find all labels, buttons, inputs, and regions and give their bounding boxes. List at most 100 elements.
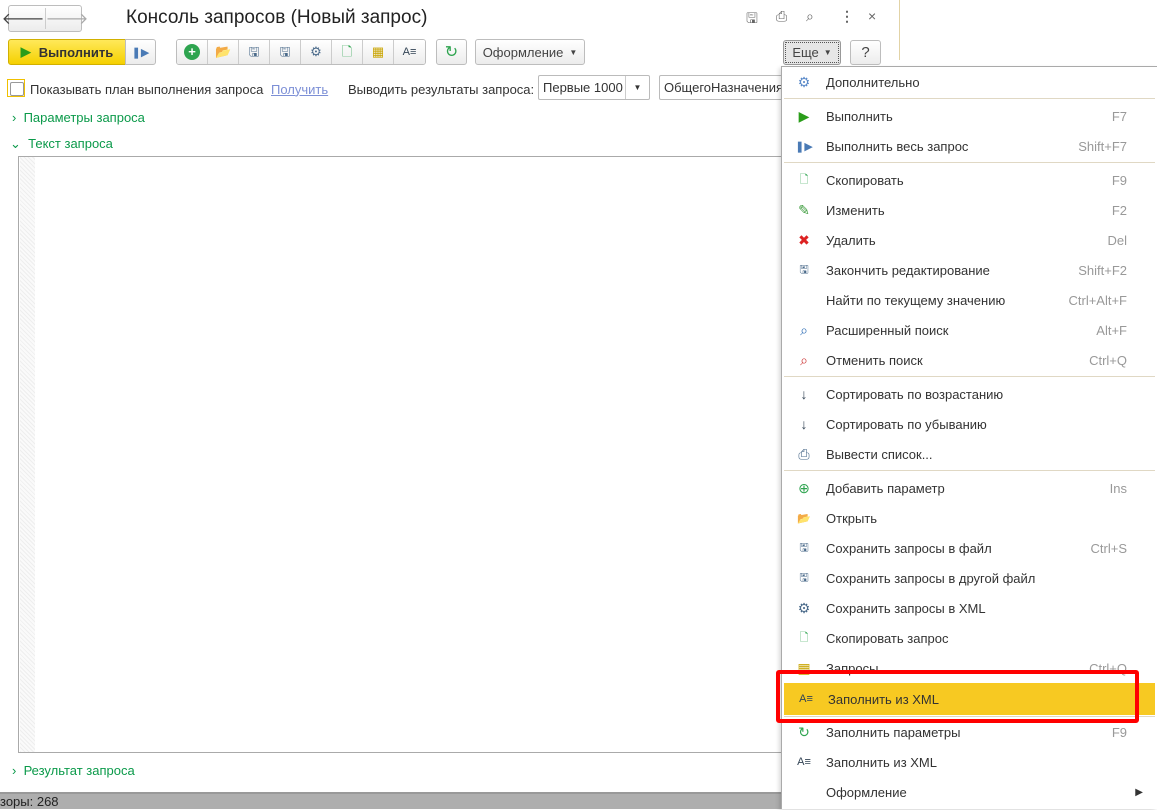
result-label: Результат запроса (23, 763, 135, 778)
run-label: Выполнить (38, 44, 114, 60)
menu-item-label: Оформление (826, 784, 907, 800)
save-as-icon: 🖫 (279, 44, 291, 59)
get-link[interactable]: Получить (271, 79, 328, 99)
menu-item-shortcut: F9 (1111, 724, 1127, 740)
menu-item[interactable]: 🖫 Сохранить запросы в файл Ctrl+S (782, 533, 1157, 563)
more-button[interactable]: Еще ▼ (783, 40, 841, 65)
output-value: Первые 1000 (543, 80, 623, 95)
forward-button[interactable]: 🡒 (46, 8, 89, 29)
chevron-down-icon[interactable]: ▼ (625, 76, 649, 99)
help-button[interactable]: ? (850, 40, 881, 65)
save-icon[interactable]: 🖫 (746, 8, 758, 32)
help-label: ? (861, 44, 870, 61)
menu-item-shortcut: F2 (1111, 202, 1127, 218)
menu-item[interactable]: Оформление ▶ (782, 777, 1157, 807)
preview-icon[interactable]: ⌕ (806, 8, 814, 25)
menu-item-shortcut: Shift+F7 (1078, 138, 1127, 154)
menu-item-shortcut: F9 (1111, 172, 1127, 188)
menu-item[interactable]: ⊕ Добавить параметр Ins (782, 473, 1157, 503)
save-ok-icon: 🖫 (799, 263, 809, 276)
result-section[interactable]: › Результат запроса (12, 763, 135, 778)
save-button[interactable]: 🖫 (239, 40, 270, 64)
menu-item[interactable]: Найти по текущему значению Ctrl+Alt+F (782, 285, 1157, 315)
menu-item[interactable]: 🖫 Закончить редактирование Shift+F2 (782, 255, 1157, 285)
output-select[interactable]: Первые 1000 ▼ (538, 75, 650, 100)
menu-item[interactable]: ✎ Изменить F2 (782, 195, 1157, 225)
menu-item-label: Сохранить запросы в другой файл (826, 570, 1036, 586)
menu-item-shortcut: Shift+F2 (1078, 262, 1127, 278)
menu-item[interactable]: A≡ Заполнить из XML (782, 747, 1157, 777)
menu-item-shortcut: Ctrl+Alt+F (1068, 292, 1127, 308)
search-icon: ⌕ (800, 321, 808, 338)
menu-item[interactable]: 🗋 Скопировать F9 (782, 165, 1157, 195)
design-label: Оформление (482, 44, 564, 60)
menu-item-label: Закончить редактирование (826, 262, 990, 278)
menu-item[interactable]: ⌕ Расширенный поиск Alt+F (782, 315, 1157, 345)
save-xml-button[interactable]: ⚙ (301, 40, 332, 64)
cancel-search-icon: ⌕ (800, 351, 808, 368)
menu-item[interactable]: 📂 Открыть (782, 503, 1157, 533)
menu-item-shortcut: Alt+F (1096, 322, 1127, 338)
close-icon[interactable]: × (868, 8, 876, 24)
design-button[interactable]: Оформление ▼ (475, 39, 585, 65)
save-xml-icon: ⚙ (310, 44, 322, 59)
show-plan-checkbox[interactable] (7, 79, 25, 97)
menu-item[interactable]: ✖ Удалить Del (782, 225, 1157, 255)
menu-item-shortcut: Ctrl+Q (1089, 352, 1127, 368)
run-button[interactable]: ▶ Выполнить (8, 39, 126, 65)
menu-item-label: Изменить (826, 202, 885, 218)
show-plan-label: Показывать план выполнения запроса (30, 81, 264, 97)
save-as-button[interactable]: 🖫 (270, 40, 301, 64)
menu-item[interactable]: ⌕ Отменить поиск Ctrl+Q (782, 345, 1157, 375)
menu-item-label: Удалить (826, 232, 876, 248)
sort-asc-icon: ↓ (800, 386, 808, 402)
menu-item[interactable]: ▶ Выполнить F7 (782, 101, 1157, 131)
menu-item[interactable]: ⚙ Дополнительно (782, 67, 1157, 97)
nav-buttons: 🡐 🡒 (2, 5, 88, 32)
back-button[interactable]: 🡐 (2, 8, 46, 29)
query-text-editor[interactable] (18, 156, 782, 753)
add-button[interactable]: + (177, 40, 208, 64)
params-section[interactable]: › Параметры запроса (12, 110, 145, 125)
save-icon: 🖫 (248, 44, 260, 59)
mode-field[interactable]: ОбщегоНазначения (659, 75, 789, 100)
add-icon: + (184, 44, 200, 60)
refresh-icon: ↻ (798, 723, 810, 740)
pencil-icon: ✎ (798, 201, 810, 218)
menu-item[interactable]: ❚▶ Выполнить весь запрос Shift+F7 (782, 131, 1157, 161)
copy-icon: 🗋 (799, 173, 809, 186)
menu-item-shortcut: Del (1107, 232, 1127, 248)
open-button[interactable]: 📂 (208, 40, 239, 64)
refresh-button[interactable]: ↻ (436, 39, 467, 65)
open-folder-icon: 📂 (215, 44, 232, 59)
queries-button[interactable]: ▦ (363, 40, 394, 64)
menu-item-label: Выполнить (826, 108, 893, 124)
text-label: Текст запроса (28, 136, 113, 151)
menu-item-label: Дополнительно (826, 74, 920, 90)
menu-item[interactable]: ↓ Сортировать по возрастанию (782, 379, 1157, 409)
menu-item[interactable]: ↓ Сортировать по убыванию (782, 409, 1157, 439)
menu-item[interactable]: ⚙ Сохранить запросы в XML (782, 593, 1157, 623)
menu-item-label: Отменить поиск (826, 352, 923, 368)
menu-item-label: Открыть (826, 510, 878, 526)
chevron-down-icon: ▼ (823, 48, 832, 57)
save-xml-icon: ⚙ (797, 599, 811, 616)
form-border (899, 0, 900, 60)
play-icon: ▶ (798, 107, 810, 124)
print-icon[interactable]: ⎙ (776, 8, 787, 25)
run-all-button[interactable]: ❚▶ (125, 39, 156, 65)
xml-doc-icon: A≡ (402, 46, 417, 58)
menu-item[interactable]: 🗋 Скопировать запрос (782, 623, 1157, 653)
menu-item-label: Добавить параметр (826, 480, 945, 496)
fill-xml-button[interactable]: A≡ (394, 40, 425, 64)
add-icon: ⊕ (798, 479, 810, 496)
mode-value: ОбщегоНазначения (664, 80, 784, 95)
menu-item[interactable]: 🖫 Сохранить запросы в другой файл (782, 563, 1157, 593)
text-section[interactable]: ⌄ Текст запроса (10, 136, 113, 152)
copy-query-button[interactable]: 🗋 (332, 40, 363, 64)
table-icon: ▦ (371, 44, 385, 59)
chevron-right-icon: › (12, 763, 17, 778)
more-actions-icon[interactable]: ⋮ (840, 8, 854, 25)
menu-item-label: Сохранить запросы в XML (826, 600, 986, 616)
menu-item[interactable]: ⎙ Вывести список... (782, 439, 1157, 469)
